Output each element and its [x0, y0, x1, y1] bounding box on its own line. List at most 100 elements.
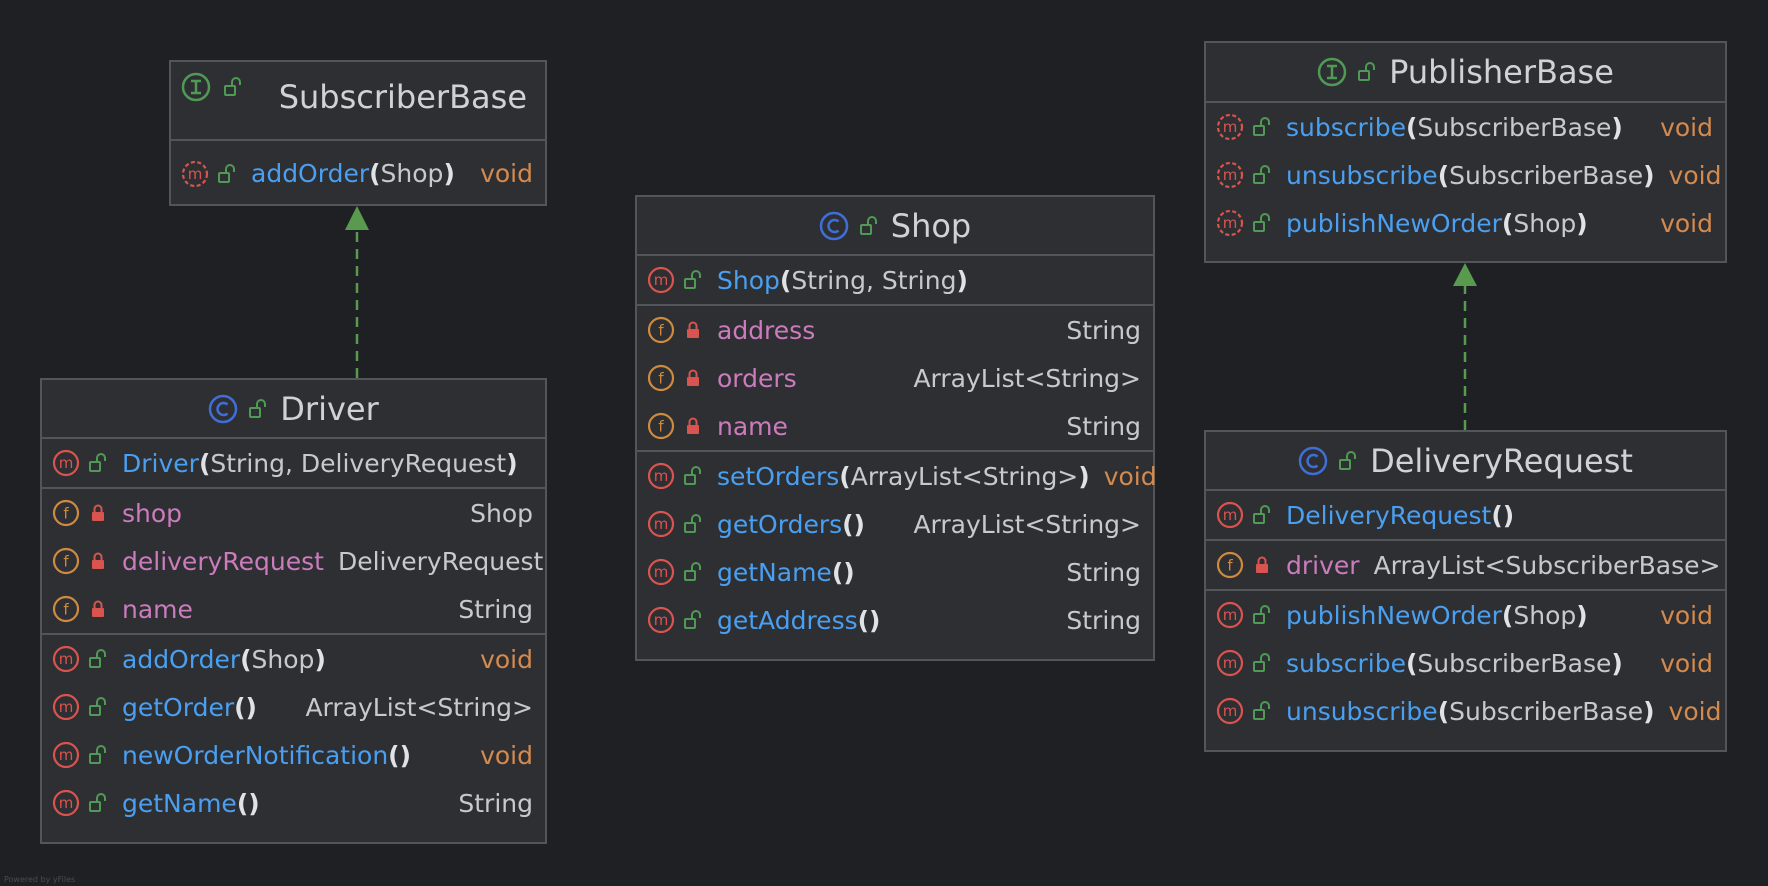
- field-row[interactable]: f name String: [42, 585, 545, 633]
- svg-text:m: m: [1223, 654, 1238, 672]
- method-row[interactable]: m getName() String: [637, 548, 1153, 596]
- svg-text:m: m: [1223, 166, 1238, 184]
- method-row[interactable]: m addOrder(Shop) void: [171, 141, 545, 206]
- svg-text:f: f: [63, 601, 69, 619]
- method-row[interactable]: m publishNewOrder(Shop) void: [1206, 591, 1725, 639]
- private-lock-icon: [92, 504, 104, 521]
- return-type: void: [1660, 208, 1713, 238]
- svg-text:m: m: [1223, 214, 1238, 232]
- method-row[interactable]: m getOrder() ArrayList<String>: [42, 683, 545, 731]
- method-name: unsubscribe: [1286, 160, 1438, 190]
- field-name: driver: [1286, 550, 1360, 580]
- method-row[interactable]: m publishNewOrder(Shop) void: [1206, 199, 1725, 247]
- return-type: void: [1660, 600, 1713, 630]
- field-name: name: [122, 594, 193, 624]
- field-row[interactable]: f driver ArrayList<SubscriberBase>: [1206, 541, 1725, 589]
- svg-text:m: m: [654, 467, 669, 485]
- public-lock-icon: [89, 649, 106, 668]
- public-lock-icon: [684, 514, 701, 533]
- method-icon: m: [52, 693, 80, 721]
- field-type: ArrayList<String>: [913, 363, 1141, 393]
- class-box-subscriberbase[interactable]: SubscriberBase m addOrder(Shop) void: [169, 60, 547, 206]
- constructor-row[interactable]: m DeliveryRequest(): [1206, 491, 1725, 539]
- class-kind: [1317, 57, 1377, 87]
- field-icon: f: [52, 499, 80, 527]
- field-row[interactable]: f address String: [637, 306, 1153, 354]
- field-row[interactable]: f deliveryRequest DeliveryRequest: [42, 537, 545, 585]
- method-row[interactable]: m newOrderNotification() void: [42, 731, 545, 779]
- field-type: Shop: [470, 498, 533, 528]
- method-name: addOrder: [122, 644, 241, 674]
- method-row[interactable]: m unsubscribe(SubscriberBase) void: [1206, 151, 1725, 199]
- interface-icon: [181, 72, 211, 102]
- public-lock-icon: [1358, 62, 1376, 81]
- svg-text:m: m: [59, 650, 74, 668]
- constructor-name: Shop: [717, 265, 780, 295]
- method-row[interactable]: m getOrders() ArrayList<String>: [637, 500, 1153, 548]
- private-lock-icon: [92, 552, 104, 569]
- method-row[interactable]: m subscribe(SubscriberBase) void: [1206, 103, 1725, 151]
- methods-section: m setOrders(ArrayList<String>) void m ge…: [637, 452, 1157, 644]
- implements-driver-subscriberbase: [345, 206, 369, 378]
- method-name: getAddress: [717, 605, 858, 635]
- method-name: subscribe: [1286, 648, 1406, 678]
- constructor-params: String, String: [791, 265, 957, 295]
- field-row[interactable]: f orders ArrayList<String>: [637, 354, 1153, 402]
- field-type: String: [1066, 411, 1141, 441]
- method-icon: m: [52, 449, 80, 477]
- class-box-publisherbase[interactable]: PublisherBase m subscribe(SubscriberBase…: [1204, 41, 1727, 263]
- class-header: Shop: [637, 197, 1153, 256]
- methods-section: m subscribe(SubscriberBase) void m unsub…: [1206, 103, 1725, 247]
- svg-text:m: m: [188, 165, 203, 183]
- field-row[interactable]: f shop Shop: [42, 489, 545, 537]
- method-icon: m: [1216, 697, 1244, 725]
- public-lock-icon: [684, 466, 701, 485]
- field-name: shop: [122, 498, 183, 528]
- class-icon: [1298, 446, 1328, 475]
- method-row[interactable]: m getAddress() String: [637, 596, 1153, 644]
- method-row[interactable]: m subscribe(SubscriberBase) void: [1206, 639, 1725, 687]
- return-type: String: [1066, 605, 1141, 635]
- class-kind: [208, 394, 268, 424]
- public-lock-icon: [859, 215, 877, 235]
- constructor-name: Driver: [122, 448, 199, 478]
- method-icon: m: [52, 645, 80, 673]
- field-name: orders: [717, 363, 797, 393]
- svg-text:m: m: [59, 454, 74, 472]
- method-icon: m: [647, 462, 675, 490]
- method-row[interactable]: m unsubscribe(SubscriberBase) void: [1206, 687, 1725, 735]
- return-type: ArrayList<String>: [305, 692, 533, 722]
- method-params: Shop: [251, 644, 315, 674]
- svg-text:f: f: [658, 418, 664, 436]
- public-lock-icon: [218, 163, 235, 183]
- fields-section: f shop Shop f deliveryRequest DeliveryRe…: [42, 489, 545, 635]
- constructor-row[interactable]: m Shop(String, String): [637, 256, 1153, 304]
- class-header: Driver: [42, 380, 545, 439]
- public-lock-icon: [1253, 213, 1270, 232]
- public-lock-icon: [1253, 117, 1270, 136]
- svg-text:f: f: [1227, 557, 1233, 575]
- return-type: String: [1066, 557, 1141, 587]
- method-row[interactable]: m addOrder(Shop) void: [42, 635, 545, 683]
- constructor-row[interactable]: m Driver(String, DeliveryRequest): [42, 439, 545, 487]
- class-name: Driver: [280, 389, 379, 428]
- method-params: SubscriberBase: [1417, 648, 1612, 678]
- public-lock-icon: [1253, 605, 1270, 624]
- class-box-shop[interactable]: Shop m Shop(String, String) f address St…: [635, 195, 1157, 661]
- method-row[interactable]: m getName() String: [42, 779, 545, 827]
- class-box-driver[interactable]: Driver m Driver(String, DeliveryRequest)…: [40, 378, 547, 844]
- method-row[interactable]: m setOrders(ArrayList<String>) void: [637, 452, 1157, 500]
- method-name: publishNewOrder: [1286, 208, 1502, 238]
- return-type: void: [480, 740, 533, 770]
- method-name: addOrder: [251, 159, 370, 188]
- svg-text:m: m: [654, 563, 669, 581]
- public-lock-icon: [89, 697, 106, 716]
- interface-icon: [1317, 57, 1347, 87]
- field-icon: f: [647, 364, 675, 392]
- public-lock-icon: [1253, 505, 1270, 524]
- constructor-params: String, DeliveryRequest: [210, 448, 507, 478]
- return-type: void: [1668, 696, 1722, 726]
- return-type: void: [1103, 461, 1157, 491]
- class-box-deliveryrequest[interactable]: DeliveryRequest m DeliveryRequest() f dr…: [1204, 430, 1727, 752]
- field-row[interactable]: f name String: [637, 402, 1153, 450]
